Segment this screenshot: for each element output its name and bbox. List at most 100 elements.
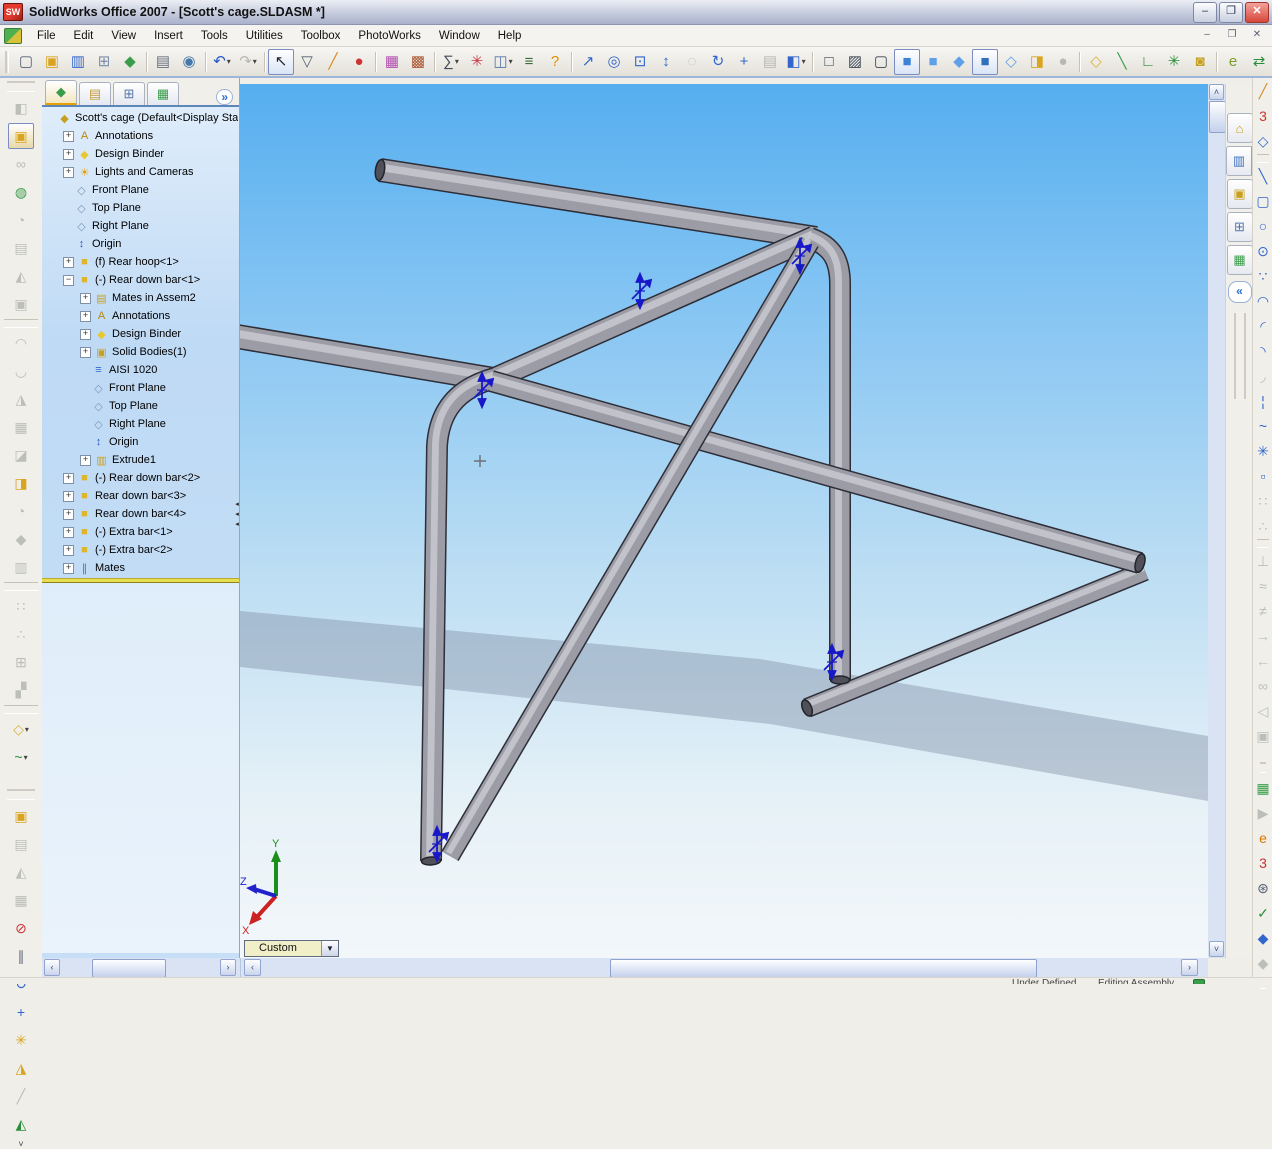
menu-edit[interactable]: Edit xyxy=(65,28,103,44)
collapse-task-pane-button[interactable]: « xyxy=(1228,281,1252,303)
panel-hscrollbar[interactable]: ‹ › xyxy=(42,958,241,977)
more-buttons-chevron[interactable]: ˅ xyxy=(0,1139,42,1149)
zoom-to-area-button[interactable]: ⊡ xyxy=(627,49,653,75)
tree-item-design-binder[interactable]: +◆Design Binder xyxy=(42,325,239,343)
tree-item-top-plane[interactable]: ◇Top Plane xyxy=(42,199,239,217)
modify-sketch-button[interactable]: ◇ xyxy=(1253,129,1272,153)
split-view-button[interactable]: ◫▾ xyxy=(490,49,516,75)
panel-hscroll-thumb[interactable] xyxy=(92,959,166,978)
tree-item-design-binder[interactable]: +◆Design Binder xyxy=(42,145,239,163)
sketch-button[interactable]: ╱ xyxy=(1253,79,1272,103)
tree-item-right-plane[interactable]: ◇Right Plane xyxy=(42,415,239,433)
tree-item-origin[interactable]: ↕Origin xyxy=(42,235,239,253)
wireframe-button[interactable]: □ xyxy=(816,49,842,75)
featuremanager-tab[interactable]: ◆ xyxy=(45,80,77,105)
expand-icon[interactable]: + xyxy=(63,257,74,268)
sketch-fillet-button[interactable]: ◞ xyxy=(1253,364,1272,388)
tree-item-origin[interactable]: ↕Origin xyxy=(42,433,239,451)
sketch-picture-button[interactable]: ▣ xyxy=(1253,724,1272,748)
view-annotations-button[interactable]: ◙ xyxy=(1187,49,1213,75)
view-orientation-button[interactable]: ◧▾ xyxy=(783,49,809,75)
feature-a1-button[interactable]: ◠ xyxy=(8,330,34,356)
feature-a3-button[interactable]: ◮ xyxy=(8,386,34,412)
viewport-vscrollbar[interactable]: ˄ ˅ xyxy=(1208,84,1225,958)
design-library-button[interactable]: ▥ xyxy=(1226,146,1254,176)
perspective-button[interactable]: ◇ xyxy=(998,49,1024,75)
feature-b3-button[interactable]: ▥ xyxy=(8,554,34,580)
pan-button[interactable]: + xyxy=(731,49,757,75)
edit-color-button[interactable]: ▦ xyxy=(379,49,405,75)
mirror-entities-button[interactable]: ⊥ xyxy=(1253,549,1272,573)
view-axes-button[interactable]: ╲ xyxy=(1109,49,1135,75)
rotate-component-button[interactable]: ↻ xyxy=(8,971,34,997)
design-checker-button[interactable]: ✓ xyxy=(1253,901,1272,925)
animator-button[interactable]: ▶ xyxy=(1253,801,1272,825)
hidden-lines-visible-button[interactable]: ▨ xyxy=(842,49,868,75)
toolbar-grip[interactable] xyxy=(7,81,35,92)
tree-item-right-plane[interactable]: ◇Right Plane xyxy=(42,217,239,235)
feature-b1-button[interactable]: ◔ xyxy=(8,498,34,524)
spline-button[interactable]: ~ xyxy=(1253,414,1272,438)
assembly-b2-button[interactable]: ◭ xyxy=(8,859,34,885)
component-a3-button[interactable]: ◭ xyxy=(8,263,34,289)
explode-line-sketch-button[interactable]: ╱ xyxy=(8,1083,34,1109)
make-drawing-button[interactable]: ⊞ xyxy=(91,49,117,75)
feature-a2-button[interactable]: ◡ xyxy=(8,358,34,384)
scroll-right-icon[interactable]: › xyxy=(220,959,236,976)
tree-item-rear-down-bar-3[interactable]: +■Rear down bar<3> xyxy=(42,487,239,505)
configuration-dropdown[interactable]: Custom ▼ xyxy=(244,940,339,957)
trim-entities-button[interactable]: ≠ xyxy=(1253,599,1272,623)
scroll-up-icon[interactable]: ˄ xyxy=(1209,84,1224,100)
tree-item-mates[interactable]: +∥Mates xyxy=(42,559,239,577)
mdi-minimize-button[interactable]: – xyxy=(1196,27,1218,44)
expand-icon[interactable]: + xyxy=(63,545,74,556)
expand-icon[interactable]: + xyxy=(63,491,74,502)
component-a2-button[interactable]: ▤ xyxy=(8,235,34,261)
propertymanager-tab[interactable]: ▤ xyxy=(79,82,111,105)
save-button[interactable]: ▥ xyxy=(65,49,91,75)
zoom-in-out-button[interactable]: ↕ xyxy=(653,49,679,75)
scroll-left-icon[interactable]: ‹ xyxy=(44,959,60,976)
move-entities-button[interactable]: ◁ xyxy=(1253,699,1272,723)
mate-paperclip-button[interactable]: ∥ xyxy=(8,943,34,969)
shaded-button[interactable]: ■ xyxy=(920,49,946,75)
chevron-down-icon[interactable]: ▼ xyxy=(321,941,338,956)
menu-help[interactable]: Help xyxy=(489,28,531,44)
interference-detection-button[interactable]: ◭ xyxy=(8,1111,34,1137)
feature-a5-button[interactable]: ◪ xyxy=(8,442,34,468)
tree-item-aisi-1020[interactable]: ≡AISI 1020 xyxy=(42,361,239,379)
scroll-left-icon[interactable]: ‹ xyxy=(244,959,261,976)
viewport-vscroll-thumb[interactable] xyxy=(1209,101,1226,133)
expand-icon[interactable]: + xyxy=(63,563,74,574)
open-button[interactable]: ▣ xyxy=(39,49,65,75)
search-results-button[interactable]: ⊞ xyxy=(1227,212,1253,242)
menu-file[interactable]: File xyxy=(28,28,65,44)
menu-insert[interactable]: Insert xyxy=(145,28,192,44)
scroll-right-icon[interactable]: › xyxy=(1181,959,1198,976)
mass-properties-button[interactable]: ✳ xyxy=(464,49,490,75)
selection-filter-button[interactable]: ▽ xyxy=(294,49,320,75)
shaded-cube-button[interactable]: ◆ xyxy=(946,49,972,75)
view-planes-button[interactable]: ◇ xyxy=(1083,49,1109,75)
reference-geometry-button[interactable]: ◇▾ xyxy=(8,716,34,742)
undo-button[interactable]: ↶▾ xyxy=(209,49,235,75)
curvature-button[interactable]: e xyxy=(1220,49,1246,75)
expand-icon[interactable]: + xyxy=(80,293,91,304)
options-button[interactable]: ≡ xyxy=(516,49,542,75)
texture-button[interactable]: ▩ xyxy=(405,49,431,75)
tree-item-scott-s-cage-default-display-sta[interactable]: ◆Scott's cage (Default<Display Sta xyxy=(42,109,239,127)
tabs-overflow-chevron[interactable]: » xyxy=(216,89,233,105)
zebra-stripes-button[interactable]: ⇄ xyxy=(1246,49,1272,75)
lighting-button[interactable]: ● xyxy=(346,49,372,75)
expand-icon[interactable]: + xyxy=(80,455,91,466)
centerpoint-arc-button[interactable]: ◠ xyxy=(1253,289,1272,313)
feature-pattern-button[interactable]: ▞ xyxy=(8,677,34,703)
make-assembly-button[interactable]: ◆ xyxy=(117,49,143,75)
circular-sketch-pattern-button[interactable]: ∴ xyxy=(1253,514,1272,538)
tree-item-solid-bodies-1[interactable]: +▣Solid Bodies(1) xyxy=(42,343,239,361)
zoom-to-fit-button[interactable]: ◎ xyxy=(601,49,627,75)
view-coordinate-systems-button[interactable]: ∟ xyxy=(1135,49,1161,75)
circular-pattern-button[interactable]: ∴ xyxy=(8,621,34,647)
mdi-restore-button[interactable]: ❐ xyxy=(1221,27,1243,44)
appearance-tab[interactable]: ▦ xyxy=(147,82,179,105)
